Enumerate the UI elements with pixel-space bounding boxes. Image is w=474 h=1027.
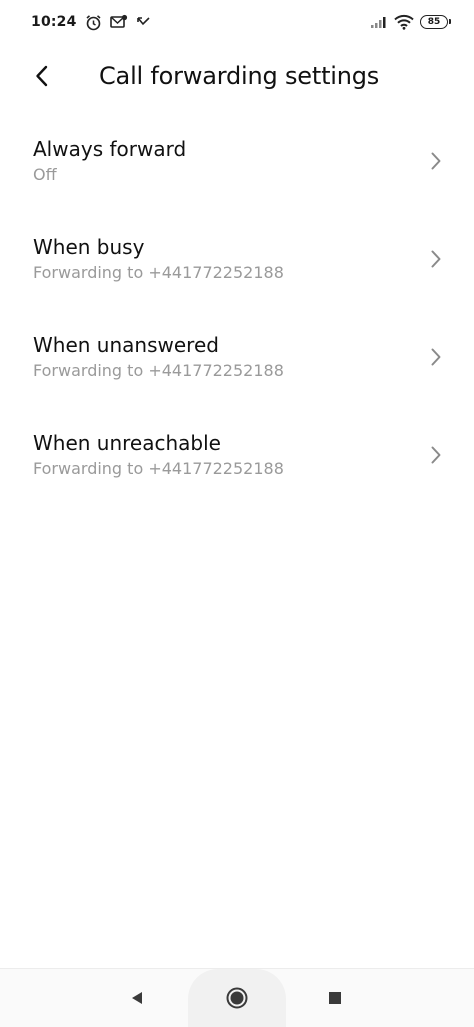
- back-nav-icon: [132, 992, 142, 1004]
- settings-list: Always forward Off When busy Forwarding …: [0, 112, 474, 504]
- page-title: Call forwarding settings: [99, 62, 380, 90]
- chevron-right-icon: [428, 346, 444, 368]
- status-time: 10:24: [31, 14, 77, 30]
- home-nav-icon: [226, 987, 248, 1009]
- chevron-left-icon: [36, 65, 48, 87]
- chevron-right-icon: [428, 150, 444, 172]
- item-title: When busy: [33, 235, 145, 259]
- battery-level: 85: [427, 17, 441, 27]
- list-item-when-unanswered[interactable]: When unanswered Forwarding to +441772252…: [0, 308, 474, 406]
- item-title: Always forward: [33, 137, 187, 161]
- alarm-icon: [85, 14, 102, 31]
- chevron-right-icon: [428, 248, 444, 270]
- item-subtitle: Forwarding to +441772252188: [33, 361, 284, 380]
- recents-nav-button[interactable]: [320, 983, 350, 1013]
- back-nav-button[interactable]: [122, 983, 152, 1013]
- chevron-right-icon: [428, 444, 444, 466]
- back-button[interactable]: [26, 60, 58, 92]
- navigation-bar: [0, 968, 474, 1027]
- item-title: When unanswered: [33, 333, 219, 357]
- home-nav-button[interactable]: [222, 983, 252, 1013]
- wifi-icon: [394, 14, 414, 30]
- missed-call-icon: [136, 15, 151, 29]
- list-item-when-busy[interactable]: When busy Forwarding to +441772252188: [0, 210, 474, 308]
- item-subtitle: Forwarding to +441772252188: [33, 459, 284, 478]
- item-subtitle: Off: [33, 165, 57, 184]
- signal-icon: [370, 15, 388, 29]
- list-item-always-forward[interactable]: Always forward Off: [0, 112, 474, 210]
- item-title: When unreachable: [33, 431, 221, 455]
- item-subtitle: Forwarding to +441772252188: [33, 263, 284, 282]
- list-item-when-unreachable[interactable]: When unreachable Forwarding to +44177225…: [0, 406, 474, 504]
- header: Call forwarding settings: [0, 48, 474, 104]
- notification-icon: [109, 14, 128, 30]
- status-left: 10:24: [31, 14, 151, 31]
- battery-icon: 85: [420, 15, 451, 29]
- status-bar: 10:24 85: [0, 0, 474, 44]
- recents-nav-icon: [329, 992, 341, 1004]
- status-right: 85: [370, 14, 451, 30]
